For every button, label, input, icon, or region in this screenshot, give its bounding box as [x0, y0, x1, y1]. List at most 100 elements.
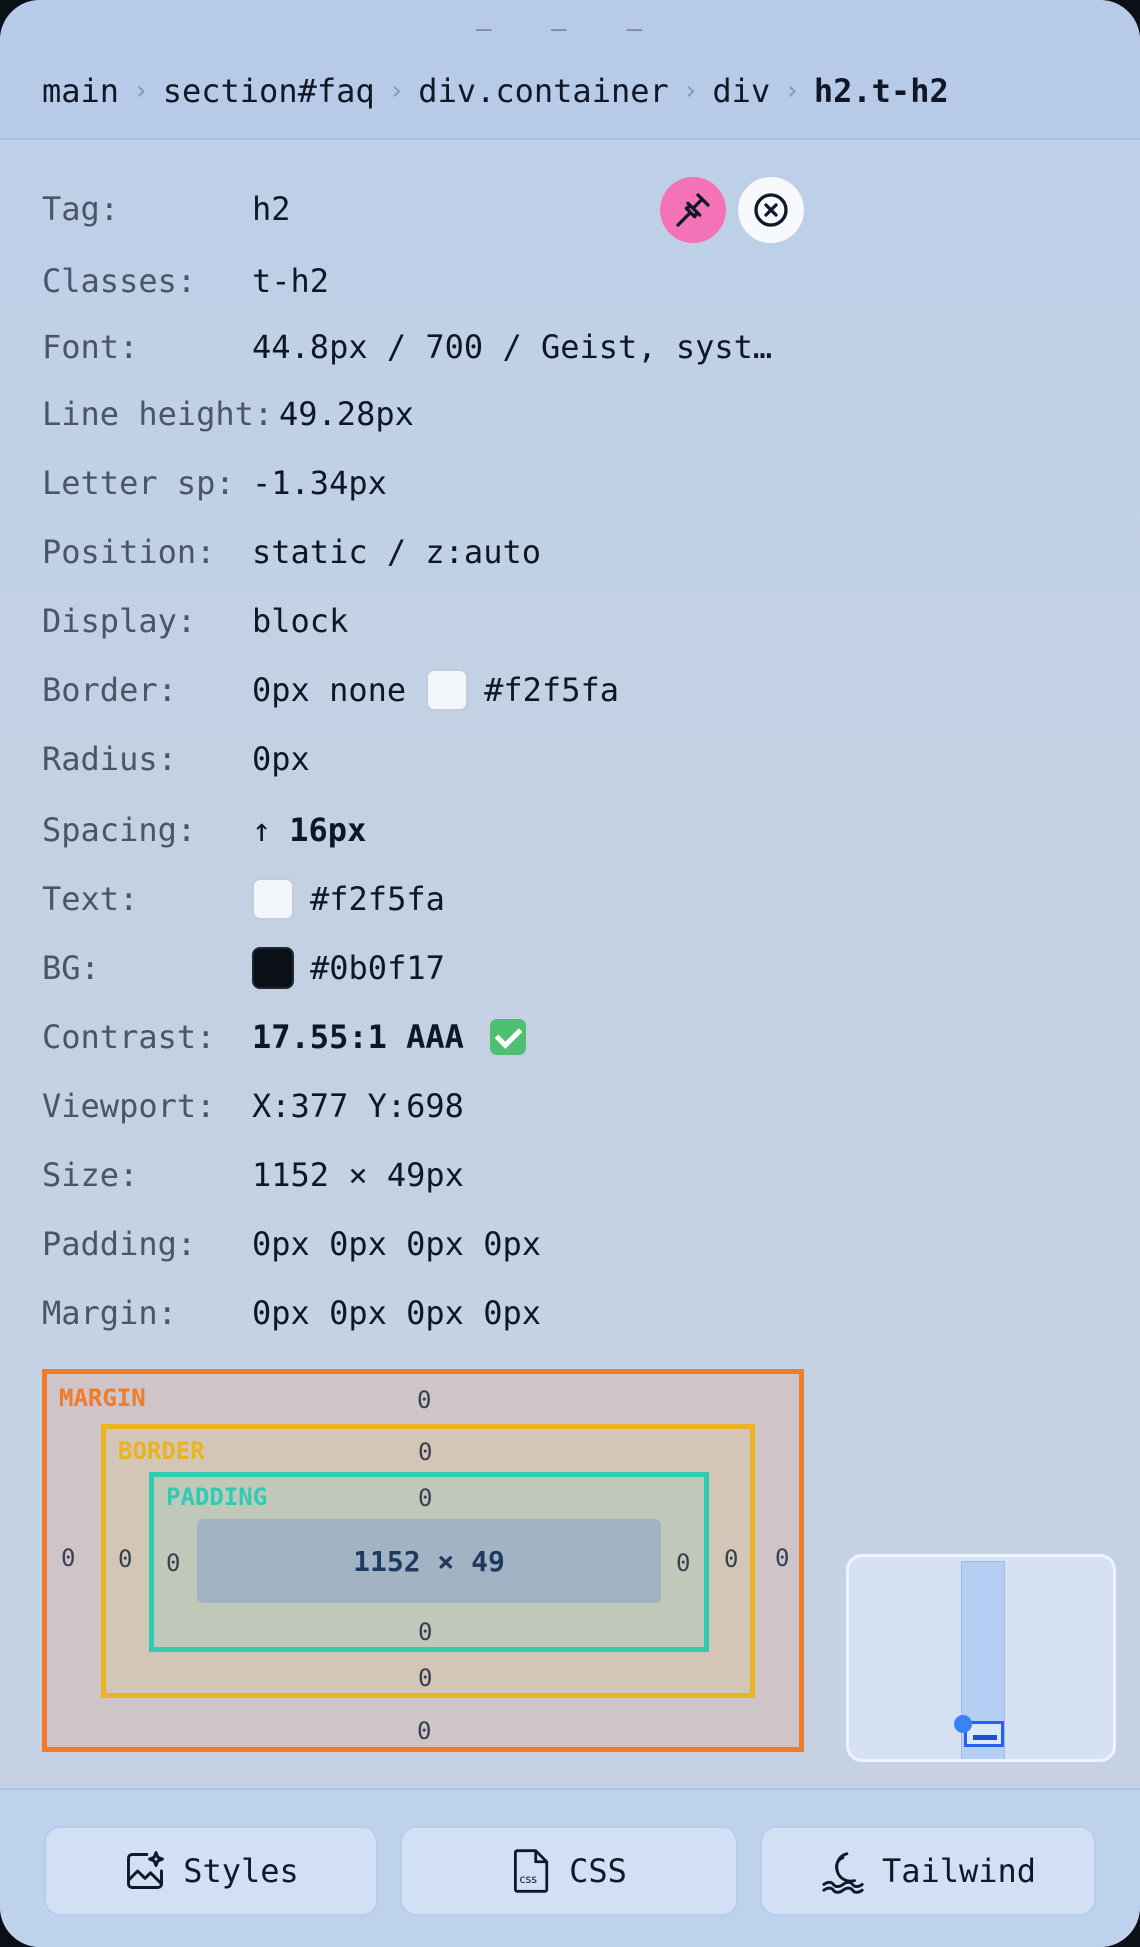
prop-line-height: Line height: 49.28px [42, 395, 414, 433]
padding-left-value[interactable]: 0 [166, 1549, 180, 1577]
prop-label: Position: [42, 533, 216, 571]
margin-left-value[interactable]: 0 [61, 1544, 75, 1572]
breadcrumb-separator: › [133, 76, 149, 106]
prop-value: static / z:auto [252, 533, 541, 571]
css-button-label: CSS [569, 1852, 627, 1890]
breadcrumb-separator: › [388, 76, 405, 106]
prop-label: Viewport: [42, 1087, 216, 1125]
border-top-value[interactable]: 0 [418, 1438, 432, 1466]
prop-value: 0px [252, 740, 310, 778]
breadcrumb-item-current[interactable]: h2.t-h2 [814, 72, 949, 110]
prop-value: 0px 0px 0px 0px [252, 1294, 541, 1332]
prop-value: 0px 0px 0px 0px [252, 1225, 541, 1263]
arrow-up-icon: ↑ [252, 811, 272, 849]
prop-letter-spacing: Letter sp: -1.34px [42, 464, 387, 502]
prop-label: Padding: [42, 1225, 197, 1263]
prop-contrast: Contrast: 17.55:1 AAA [42, 1018, 526, 1056]
prop-label: Display: [42, 602, 197, 640]
prop-label: Contrast: [42, 1018, 216, 1056]
padding-top-value[interactable]: 0 [418, 1484, 432, 1512]
prop-label: Margin: [42, 1294, 177, 1332]
prop-bg-color: BG: #0b0f17 [42, 947, 445, 989]
text-color-swatch[interactable] [252, 878, 294, 920]
sparkle-image-icon [127, 1851, 165, 1889]
inspector-footer: Styles css CSS Tailwind [0, 1788, 1140, 1947]
css-file-icon: css [514, 1849, 549, 1893]
margin-title: MARGIN [59, 1384, 146, 1412]
prop-label: Size: [42, 1156, 139, 1194]
breadcrumb-separator: › [784, 76, 800, 106]
prop-value: block [252, 602, 349, 640]
prop-label: Text: [42, 880, 139, 918]
close-button[interactable] [738, 177, 804, 243]
bg-color-swatch[interactable] [252, 947, 294, 989]
prop-label: Border: [42, 671, 177, 709]
text-color-value: #f2f5fa [310, 880, 445, 918]
border-title: BORDER [118, 1437, 205, 1465]
box-model-content: 1152 × 49 [197, 1519, 661, 1603]
prop-value-group: #0b0f17 [252, 947, 445, 989]
prop-value: 44.8px / 700 / Geist, syst… [252, 328, 773, 366]
box-model-margin: MARGIN 0 0 0 0 BORDER 0 0 0 0 PADDING 0 … [42, 1369, 804, 1752]
prop-padding: Padding: 0px 0px 0px 0px [42, 1225, 541, 1263]
close-circle-icon [754, 193, 788, 227]
box-model-padding: PADDING 0 0 0 0 1152 × 49 [149, 1472, 709, 1652]
prop-value: 1152 × 49px [252, 1156, 464, 1194]
prop-label: Classes: [42, 262, 197, 300]
margin-bottom-value[interactable]: 0 [417, 1717, 431, 1745]
margin-right-value[interactable]: 0 [775, 1544, 789, 1572]
padding-right-value[interactable]: 0 [676, 1549, 690, 1577]
border-color-value: #f2f5fa [484, 671, 619, 709]
prop-label: Radius: [42, 740, 177, 778]
breadcrumb: main › section#faq › div.container › div… [42, 72, 949, 110]
breadcrumb-item-section[interactable]: section#faq [163, 72, 375, 110]
inspector-header: — — — main › section#faq › div.container… [0, 0, 1140, 140]
margin-top-value[interactable]: 0 [417, 1386, 431, 1414]
wave-icon [822, 1852, 864, 1894]
border-color-swatch[interactable] [426, 669, 469, 711]
prop-value: 49.28px [279, 395, 414, 433]
prop-label: Spacing: [42, 811, 197, 849]
prop-viewport: Viewport: X:377 Y:698 [42, 1087, 464, 1125]
prop-label: BG: [42, 949, 100, 987]
prop-value-group: 17.55:1 AAA [252, 1018, 526, 1056]
inspector-panel: — — — main › section#faq › div.container… [0, 0, 1140, 1947]
prop-radius: Radius: 0px [42, 740, 310, 778]
border-right-value[interactable]: 0 [724, 1545, 738, 1573]
spacing-value: 16px [289, 811, 367, 849]
page-minimap[interactable] [846, 1554, 1116, 1762]
prop-value: h2 [252, 190, 291, 228]
breadcrumb-item-main[interactable]: main [42, 72, 119, 110]
styles-button[interactable]: Styles [44, 1826, 378, 1916]
padding-bottom-value[interactable]: 0 [418, 1618, 432, 1646]
drag-handle[interactable]: — — — [0, 14, 1140, 44]
prop-display: Display: block [42, 602, 348, 640]
prop-label: Letter sp: [42, 464, 235, 502]
prop-border: Border: 0px none #f2f5fa [42, 669, 619, 711]
prop-tag: Tag: h2 [42, 190, 291, 228]
padding-title: PADDING [166, 1483, 268, 1511]
prop-value: X:377 Y:698 [252, 1087, 464, 1125]
box-model-border: BORDER 0 0 0 0 PADDING 0 0 0 0 1152 × 49 [101, 1424, 755, 1698]
breadcrumb-item-div[interactable]: div [712, 72, 770, 110]
pin-icon [676, 193, 710, 227]
prop-value-group: #f2f5fa [252, 878, 445, 920]
breadcrumb-separator: › [682, 76, 699, 106]
prop-font: Font: 44.8px / 700 / Geist, syst… [42, 328, 772, 366]
prop-margin: Margin: 0px 0px 0px 0px [42, 1294, 541, 1332]
prop-size: Size: 1152 × 49px [42, 1156, 464, 1194]
border-left-value[interactable]: 0 [118, 1545, 132, 1573]
tailwind-button[interactable]: Tailwind [760, 1826, 1096, 1916]
prop-position: Position: static / z:auto [42, 533, 541, 571]
bg-color-value: #0b0f17 [310, 949, 445, 987]
css-button[interactable]: css CSS [400, 1826, 738, 1916]
contrast-value: 17.55:1 AAA [252, 1018, 464, 1056]
border-bottom-value[interactable]: 0 [418, 1664, 432, 1692]
svg-text:css: css [520, 1873, 538, 1886]
prop-value-group: 0px none #f2f5fa [252, 669, 619, 711]
check-icon [489, 1019, 526, 1055]
prop-label: Tag: [42, 190, 120, 228]
breadcrumb-item-container[interactable]: div.container [418, 72, 668, 110]
styles-button-label: Styles [183, 1852, 299, 1890]
pin-button[interactable] [660, 177, 726, 243]
